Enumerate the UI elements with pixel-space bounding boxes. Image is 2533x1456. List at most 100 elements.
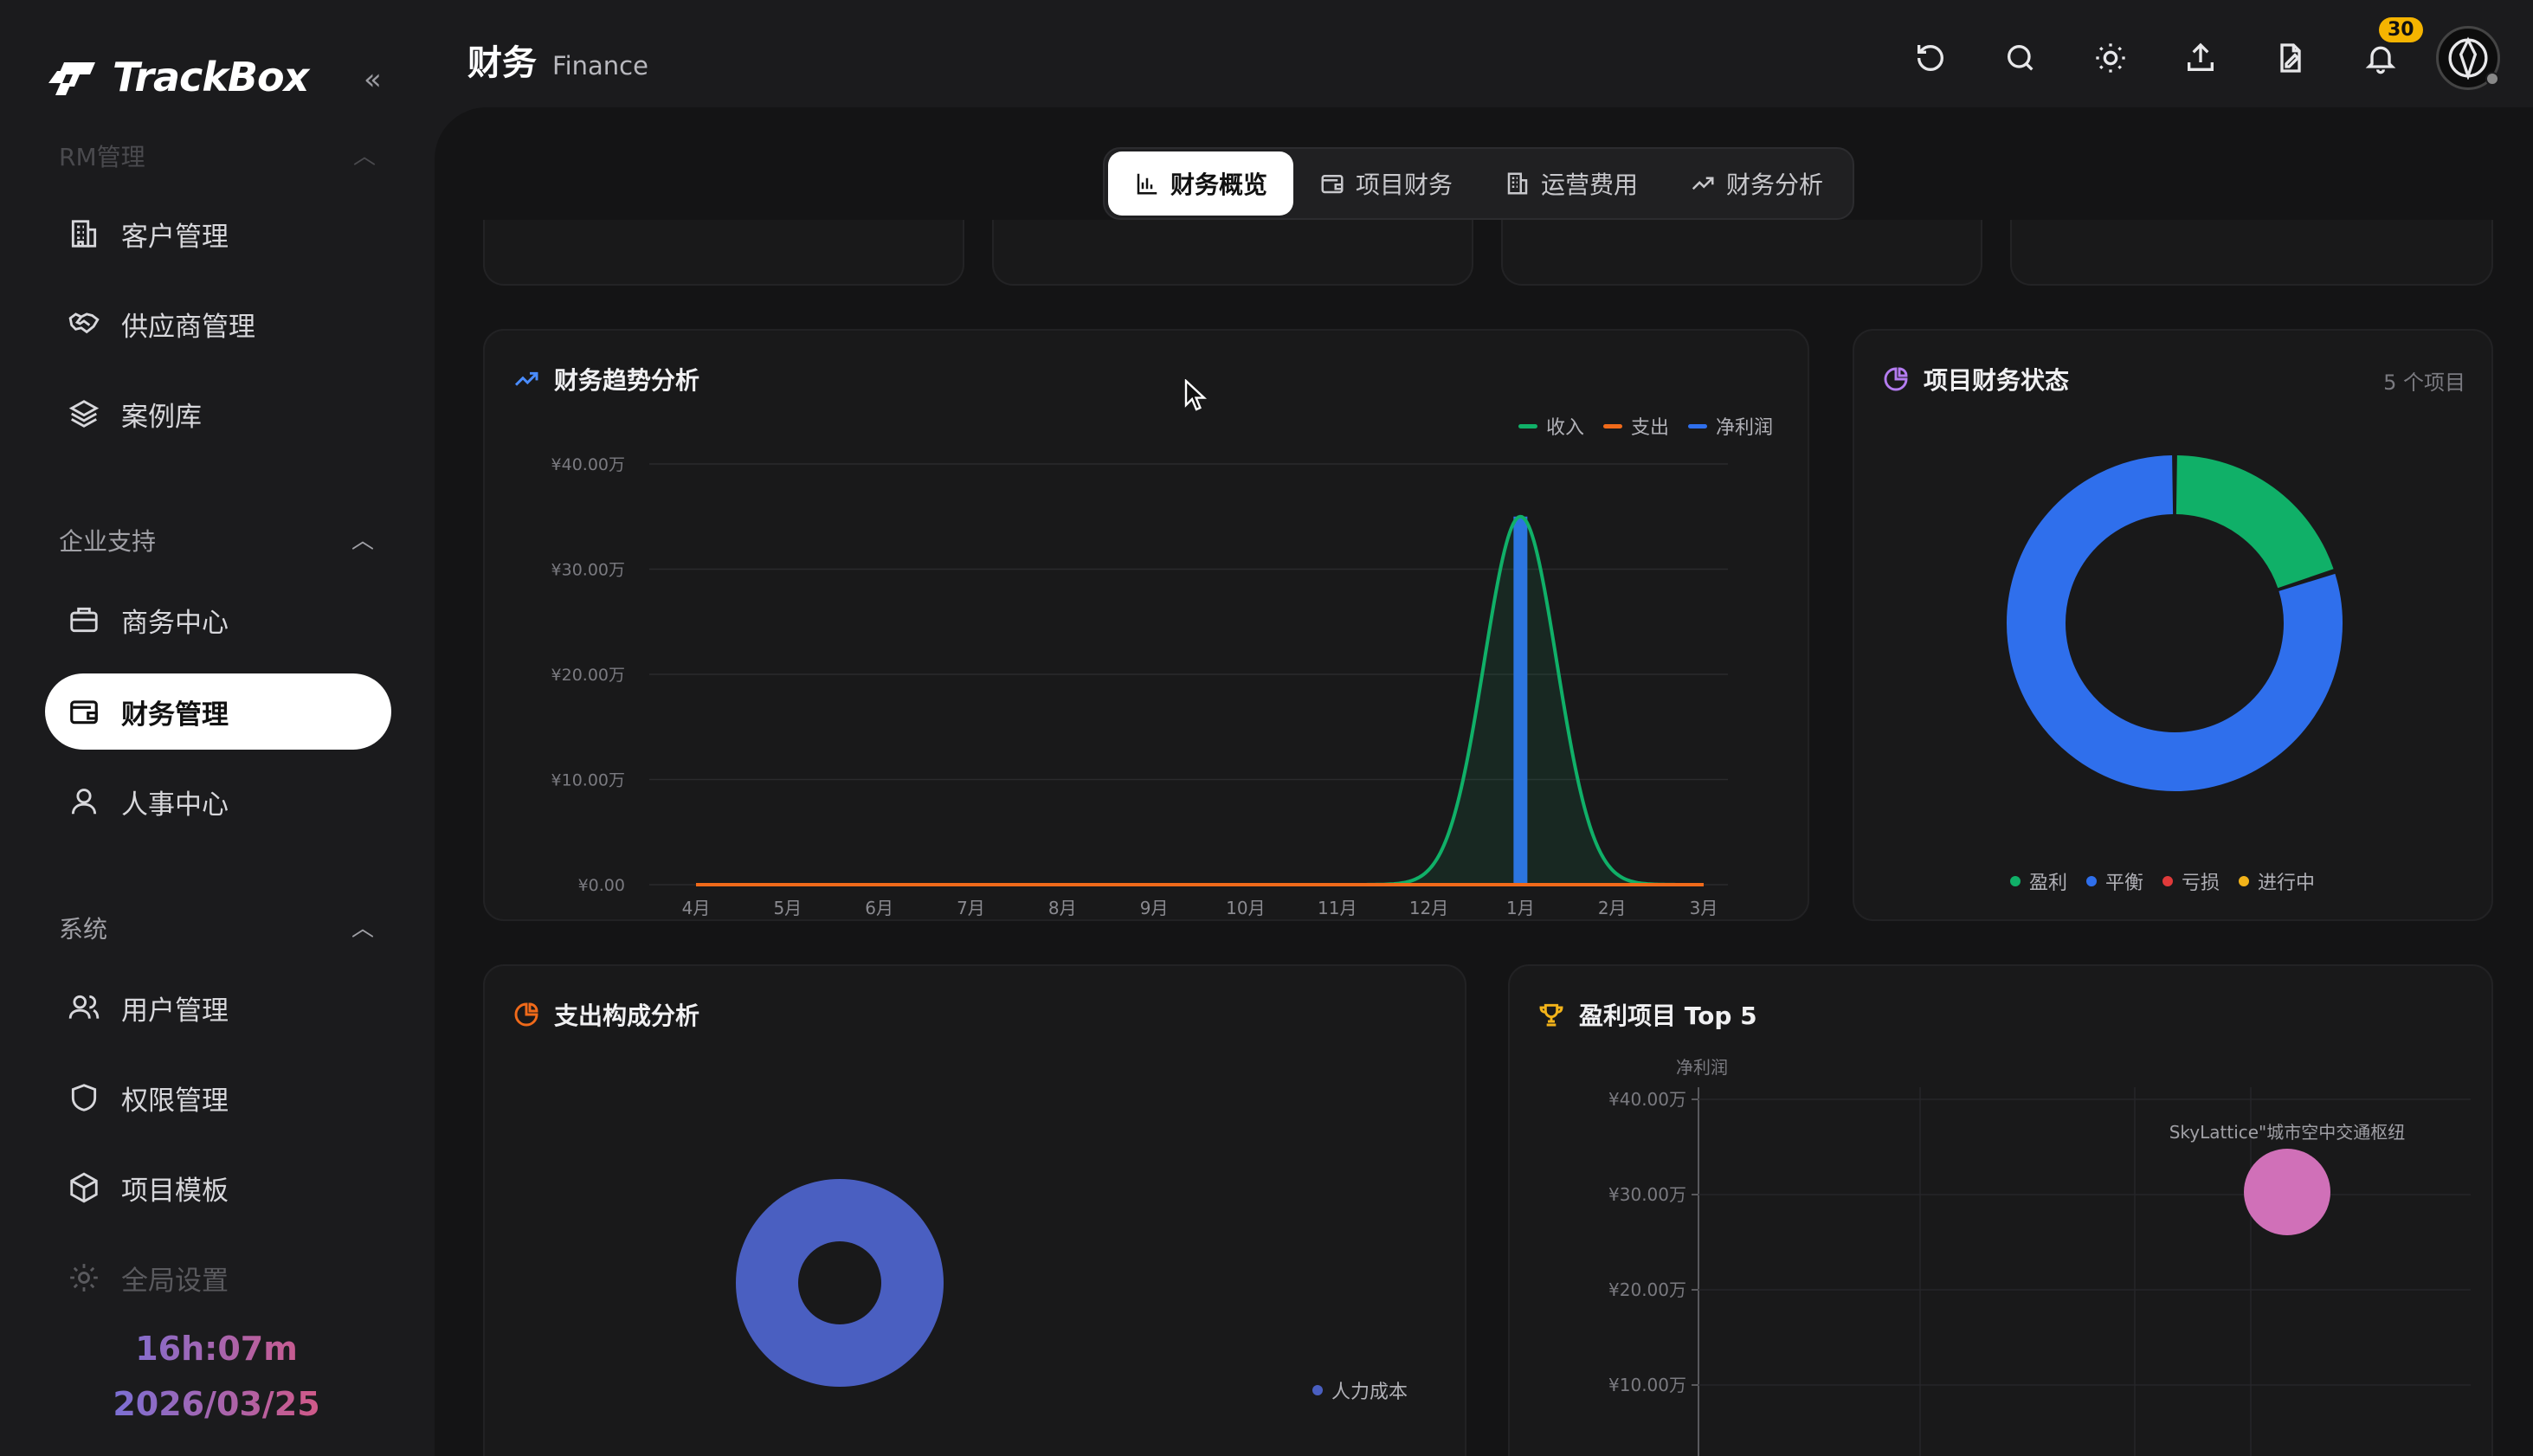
- tab-project-finance[interactable]: 项目财务: [1293, 151, 1479, 216]
- status-donut-chart: [2007, 455, 2343, 791]
- trend-card: 财务趋势分析 收入 支出 净利润 ¥0.00 ¥10.00万 ¥20.00万 ¥30.…: [483, 329, 1809, 921]
- users-icon: [66, 989, 102, 1026]
- x-tick-label: 9月: [1140, 898, 1169, 918]
- tab-label: 财务分析: [1726, 171, 1824, 199]
- building-icon: [1507, 172, 1528, 195]
- project-count: 5 个项目: [2383, 370, 2465, 395]
- shield-icon: [66, 1079, 102, 1116]
- section-label-enterprise[interactable]: 企业支持: [59, 523, 156, 557]
- section-label-system[interactable]: 系统: [59, 911, 107, 945]
- page-title: 财务 Finance: [467, 35, 648, 85]
- layers-icon: [66, 396, 102, 432]
- sidebar-item-label: 权限管理: [121, 1085, 229, 1117]
- tab-overview[interactable]: 财务概览: [1108, 151, 1294, 216]
- sidebar-item-label: 客户管理: [121, 221, 229, 253]
- x-tick-label: 7月: [957, 898, 985, 918]
- sidebar-item-label: 全局设置: [121, 1265, 229, 1297]
- wallet-icon: [66, 693, 102, 730]
- sidebar-item-permissions[interactable]: 权限管理: [45, 1060, 391, 1136]
- summary-card: [1501, 220, 1982, 286]
- sidebar-item-label: 商务中心: [121, 607, 229, 639]
- notifications-button[interactable]: 30: [2336, 17, 2426, 88]
- app-logo[interactable]: TrackBox: [45, 54, 309, 100]
- legend-item-profit[interactable]: 盈利: [2010, 867, 2067, 895]
- x-tick-label: 12月: [1409, 898, 1448, 918]
- file-sign-icon: [2280, 43, 2301, 73]
- search-button[interactable]: [1975, 28, 2066, 88]
- sidebar-item-label: 财务管理: [121, 699, 229, 731]
- app-name: TrackBox: [113, 54, 309, 100]
- theme-toggle-button[interactable]: [2066, 28, 2156, 88]
- clock-date: 2026/03/25: [0, 1385, 433, 1423]
- tab-label: 项目财务: [1356, 171, 1453, 199]
- pie-chart-icon: [1884, 367, 1908, 391]
- x-tick-label: 4月: [682, 898, 711, 918]
- x-tick-label: 6月: [865, 898, 893, 918]
- trend-icon: [1692, 177, 1714, 190]
- sidebar-item-label: 案例库: [121, 401, 202, 433]
- chevron-up-icon[interactable]: ︿: [351, 523, 374, 555]
- sidebar-item-settings[interactable]: 全局设置: [45, 1240, 391, 1316]
- upload-button[interactable]: [2156, 28, 2246, 88]
- bubble-label: SkyLattice"城市空中交通枢纽: [2169, 1122, 2406, 1143]
- bar-chart-icon: [1137, 173, 1157, 195]
- sidebar-item-business[interactable]: 商务中心: [45, 582, 391, 658]
- y-tick-label: ¥10.00万: [551, 771, 625, 790]
- logo-icon: [48, 62, 95, 95]
- avatar[interactable]: [2436, 26, 2500, 90]
- y-tick-label: ¥40.00万: [551, 455, 625, 474]
- x-tick-label: 3月: [1690, 898, 1718, 918]
- page-title-en: Finance: [552, 51, 648, 81]
- legend-item-balanced[interactable]: 平衡: [2086, 867, 2143, 895]
- sidebar-item-finance[interactable]: 财务管理: [45, 673, 391, 750]
- x-tick-label: 8月: [1048, 898, 1077, 918]
- sidebar-item-users[interactable]: 用户管理: [45, 970, 391, 1046]
- sidebar-faded-section: RM管理: [59, 143, 145, 171]
- card-title: 项目财务状态: [1882, 362, 2069, 396]
- bell-icon: [2365, 46, 2396, 74]
- legend-item-in-progress[interactable]: 进行中: [2239, 867, 2315, 895]
- expense-composition-card: 支出构成分析 人力成本: [483, 964, 1466, 1456]
- tab-operating-costs[interactable]: 运营费用: [1479, 151, 1664, 216]
- notification-badge: 30: [2379, 17, 2423, 42]
- refresh-button[interactable]: [1885, 28, 1975, 88]
- expense-slice: [736, 1179, 944, 1387]
- status-indicator: [2485, 72, 2499, 86]
- user-icon: [66, 783, 102, 820]
- y-tick-label: ¥20.00万: [551, 666, 625, 685]
- gear-icon: [66, 1260, 102, 1296]
- tab-bar: 财务概览 项目财务 运营费用 财务分析: [1103, 147, 1855, 220]
- file-sign-button[interactable]: [2246, 28, 2336, 88]
- chevron-up-icon[interactable]: ︿: [351, 911, 374, 943]
- tab-label: 财务概览: [1170, 171, 1268, 199]
- legend-item-labor-cost[interactable]: 人力成本: [1312, 1376, 1408, 1404]
- chevron-up-icon[interactable]: ︿: [353, 139, 376, 171]
- status-slice: [2175, 455, 2334, 589]
- x-tick-label: 10月: [1226, 898, 1265, 918]
- sidebar-item-label: 供应商管理: [121, 311, 255, 343]
- project-status-card: 项目财务状态 5 个项目 盈利 平衡 亏损 进行中: [1853, 329, 2493, 921]
- tab-analysis[interactable]: 财务分析: [1664, 151, 1849, 216]
- sidebar-item-customers[interactable]: 客户管理: [45, 196, 391, 272]
- sidebar-item-hr[interactable]: 人事中心: [45, 763, 391, 840]
- sidebar-item-suppliers[interactable]: 供应商管理: [45, 286, 391, 362]
- y-axis-label: 净利润: [1676, 1057, 1728, 1078]
- y-tick-label: ¥30.00万: [551, 561, 625, 580]
- y-tick-label: ¥40.00万: [1608, 1089, 1686, 1110]
- sidebar-item-label: 项目模板: [121, 1175, 229, 1207]
- box-icon: [66, 1169, 102, 1206]
- search-icon: [2008, 45, 2033, 71]
- x-tick-label: 5月: [773, 898, 802, 918]
- trend-chart: ¥0.00 ¥10.00万 ¥20.00万 ¥30.00万 ¥40.00万 4月 5月 6月 7…: [551, 455, 1728, 918]
- header-actions: 30: [1885, 17, 2533, 90]
- top5-bubble-chart: 净利润 ¥40.00万 ¥30.00万 ¥20.00万 ¥10.00万 SkyLattic…: [1608, 1057, 2471, 1456]
- summary-card: [483, 220, 964, 286]
- sidebar-item-templates[interactable]: 项目模板: [45, 1150, 391, 1226]
- x-tick-label: 1月: [1506, 898, 1535, 918]
- legend-item-loss[interactable]: 亏损: [2162, 867, 2220, 895]
- y-tick-label: ¥10.00万: [1608, 1375, 1686, 1395]
- collapse-sidebar-icon[interactable]: «: [364, 62, 382, 97]
- sidebar-item-cases[interactable]: 案例库: [45, 376, 391, 452]
- summary-card: [2010, 220, 2493, 286]
- x-tick-label: 11月: [1318, 898, 1357, 918]
